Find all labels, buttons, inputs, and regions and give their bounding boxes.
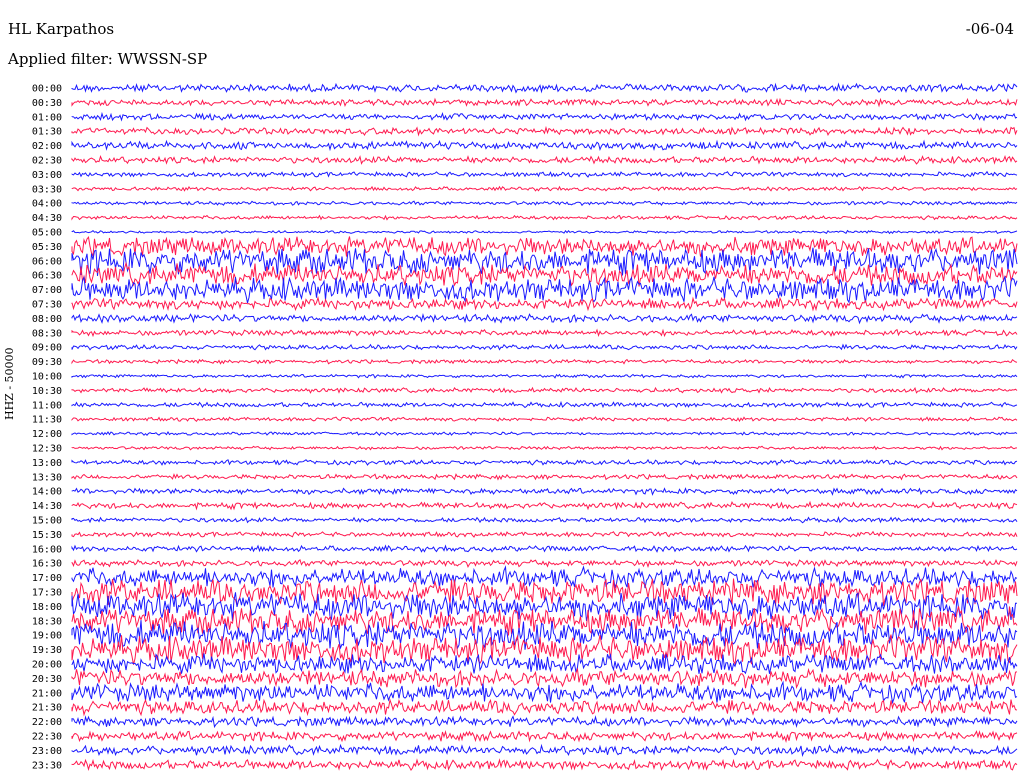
time-tick-label: 21:30 xyxy=(32,703,62,714)
time-tick-label: 09:00 xyxy=(32,343,62,354)
time-tick-label: 12:30 xyxy=(32,444,62,455)
trace-line xyxy=(71,400,1018,409)
time-tick-label: 13:30 xyxy=(32,472,62,483)
time-tick-label: 10:00 xyxy=(32,372,62,383)
time-tick-label: 16:30 xyxy=(32,559,62,570)
time-tick-label: 22:00 xyxy=(32,717,62,728)
time-tick-label: 19:30 xyxy=(32,645,62,656)
trace-line xyxy=(71,758,1018,772)
trace-line xyxy=(71,343,1018,351)
time-tick-label: 06:30 xyxy=(32,271,62,282)
time-tick-label: 04:30 xyxy=(32,213,62,224)
time-tick-label: 05:30 xyxy=(32,242,62,253)
time-tick-label: 17:30 xyxy=(32,588,62,599)
trace-line xyxy=(71,170,1018,178)
time-tick-label: 02:00 xyxy=(32,141,62,152)
time-tick-label: 18:30 xyxy=(32,616,62,627)
trace-line xyxy=(71,275,1018,304)
time-tick-label: 02:30 xyxy=(32,156,62,167)
time-tick-label: 13:00 xyxy=(32,458,62,469)
seismogram-plot: 00:00 00:30 01:00 01:30 02:00 02:30 03:00 03:30… xyxy=(32,82,1018,772)
trace-line xyxy=(71,730,1018,744)
time-tick-label: 04:00 xyxy=(32,199,62,210)
time-tick-label: 12:00 xyxy=(32,429,62,440)
time-tick-label: 08:30 xyxy=(32,328,62,339)
time-tick-label: 23:30 xyxy=(32,760,62,771)
trace-line xyxy=(71,154,1018,165)
trace-line xyxy=(71,125,1018,137)
trace-line xyxy=(71,229,1018,235)
time-tick-label: 09:30 xyxy=(32,357,62,368)
trace-line xyxy=(71,473,1018,481)
trace-line xyxy=(71,698,1018,717)
trace-line xyxy=(71,530,1018,538)
time-tick-label: 18:00 xyxy=(32,602,62,613)
time-tick-label: 00:00 xyxy=(32,84,62,95)
trace-line xyxy=(71,680,1018,705)
time-tick-label: 03:00 xyxy=(32,170,62,181)
time-tick-label: 22:30 xyxy=(32,732,62,743)
trace-line xyxy=(71,214,1018,221)
time-tick-label: 14:30 xyxy=(32,501,62,512)
trace-line xyxy=(71,487,1018,496)
time-tick-label: 08:00 xyxy=(32,314,62,325)
time-tick-label: 20:30 xyxy=(32,674,62,685)
trace-line xyxy=(71,313,1018,325)
time-tick-label: 01:30 xyxy=(32,127,62,138)
time-tick-label: 11:00 xyxy=(32,400,62,411)
trace-line xyxy=(71,416,1018,423)
trace-line xyxy=(71,97,1018,108)
time-tick-label: 23:00 xyxy=(32,746,62,757)
time-tick-label: 06:00 xyxy=(32,256,62,267)
time-tick-label: 01:00 xyxy=(32,112,62,123)
trace-line xyxy=(71,445,1018,451)
trace-line xyxy=(71,544,1018,553)
trace-line xyxy=(71,236,1018,257)
trace-line xyxy=(71,373,1018,379)
trace-line xyxy=(71,559,1018,569)
time-tick-label: 15:00 xyxy=(32,516,62,527)
trace-line xyxy=(71,743,1018,757)
time-tick-label: 20:00 xyxy=(32,660,62,671)
time-tick-label: 05:00 xyxy=(32,228,62,239)
trace-line xyxy=(71,667,1018,689)
trace-line xyxy=(71,358,1018,365)
trace-line xyxy=(71,431,1018,436)
trace-line xyxy=(71,111,1018,122)
trace-line xyxy=(71,328,1018,338)
trace-line xyxy=(71,82,1018,94)
trace-line xyxy=(71,386,1018,394)
trace-line xyxy=(71,653,1018,675)
trace-line xyxy=(71,458,1018,466)
trace-line xyxy=(71,516,1018,524)
time-tick-label: 15:30 xyxy=(32,530,62,541)
time-tick-label: 14:00 xyxy=(32,487,62,498)
time-tick-label: 11:30 xyxy=(32,415,62,426)
trace-line xyxy=(71,185,1018,192)
time-tick-label: 00:30 xyxy=(32,98,62,109)
trace-line xyxy=(71,295,1018,312)
time-tick-label: 10:30 xyxy=(32,386,62,397)
time-tick-label: 16:00 xyxy=(32,544,62,555)
trace-line xyxy=(71,715,1018,729)
time-tick-label: 07:30 xyxy=(32,300,62,311)
trace-line xyxy=(71,139,1018,152)
time-tick-label: 19:00 xyxy=(32,631,62,642)
trace-line xyxy=(71,200,1018,207)
time-tick-label: 21:00 xyxy=(32,688,62,699)
time-tick-label: 17:00 xyxy=(32,573,62,584)
time-tick-label: 03:30 xyxy=(32,184,62,195)
time-tick-label: 07:00 xyxy=(32,285,62,296)
trace-line xyxy=(71,500,1018,511)
